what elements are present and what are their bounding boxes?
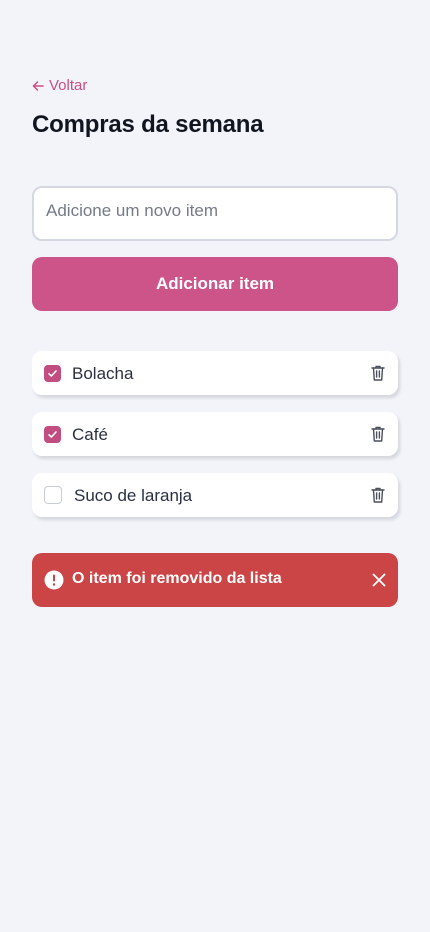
list-item: Suco de laranja xyxy=(32,473,398,517)
shopping-list-page: Voltar Compras da semana Adicionar item … xyxy=(0,0,430,932)
arrow-left-icon xyxy=(32,80,44,92)
new-item-input[interactable] xyxy=(32,186,398,241)
shopping-list: Bolacha Café Suco de laranja xyxy=(32,351,398,534)
item-label: Suco de laranja xyxy=(74,486,193,505)
list-item: Café xyxy=(32,412,398,456)
add-item-button[interactable]: Adicionar item xyxy=(32,257,398,311)
alert-circle-icon xyxy=(44,570,64,590)
toast-message: O item foi removido da lista xyxy=(72,570,282,587)
list-item: Bolacha xyxy=(32,351,398,395)
back-link[interactable]: Voltar xyxy=(32,77,87,94)
trash-icon[interactable] xyxy=(370,486,386,504)
close-icon[interactable] xyxy=(372,573,386,587)
item-checkbox-checked[interactable] xyxy=(44,365,61,382)
item-label: Bolacha xyxy=(72,364,134,383)
check-icon xyxy=(48,431,57,438)
check-icon xyxy=(48,370,57,377)
item-checkbox-unchecked[interactable] xyxy=(44,486,62,504)
trash-icon[interactable] xyxy=(370,364,386,382)
trash-icon[interactable] xyxy=(370,425,386,443)
item-label: Café xyxy=(72,425,108,444)
page-title: Compras da semana xyxy=(32,111,264,138)
error-toast: O item foi removido da lista xyxy=(32,553,398,607)
back-label: Voltar xyxy=(49,77,88,94)
item-checkbox-checked[interactable] xyxy=(44,426,61,443)
